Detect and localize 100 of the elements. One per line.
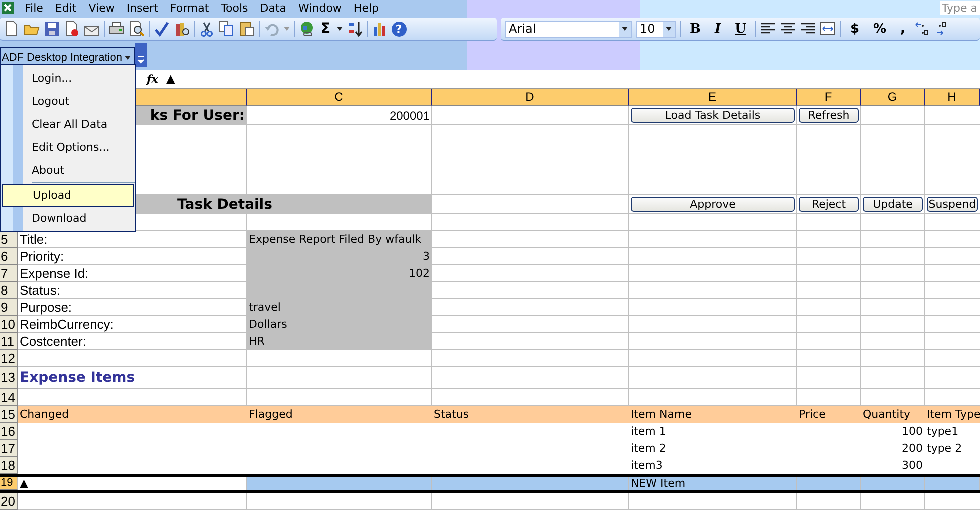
- row-header[interactable]: 14: [0, 389, 18, 406]
- table-cell-text: item 1: [630, 424, 668, 440]
- field-value: Dollars: [247, 316, 432, 333]
- refresh-button[interactable]: Refresh: [799, 108, 859, 123]
- row-header[interactable]: 11: [0, 333, 18, 350]
- new-document-icon[interactable]: [4, 21, 20, 37]
- cut-icon[interactable]: [199, 21, 215, 37]
- row-header[interactable]: 12: [0, 350, 18, 367]
- table-cell-text: type 2: [926, 441, 964, 457]
- formula-field[interactable]: ▲: [166, 72, 176, 86]
- menu-item[interactable]: Edit: [55, 2, 85, 14]
- row-header[interactable]: 8: [0, 282, 18, 299]
- row-header[interactable]: 16: [0, 423, 18, 440]
- format-button[interactable]: U: [730, 22, 752, 36]
- column-header[interactable]: H: [925, 89, 980, 106]
- row-header[interactable]: 18: [0, 457, 18, 474]
- function-label[interactable]: fx: [147, 72, 158, 86]
- table-cell: [861, 477, 925, 490]
- spelling-check-icon[interactable]: [154, 21, 170, 37]
- menu-item[interactable]: Format: [170, 2, 218, 14]
- chart-icon[interactable]: [372, 21, 388, 37]
- format-button[interactable]: I: [710, 22, 726, 36]
- table-cell-text: item3: [630, 458, 664, 474]
- help-search-field[interactable]: Type a: [940, 1, 980, 15]
- menu-item[interactable]: Tools: [221, 2, 256, 14]
- column-header[interactable]: F: [797, 89, 861, 106]
- paste-icon[interactable]: [239, 21, 255, 37]
- field-value: HR: [247, 333, 432, 350]
- field-label: Costcenter:: [19, 333, 88, 350]
- field-label: Status:: [19, 282, 62, 299]
- field-value: travel: [247, 299, 432, 316]
- field-value: Expense Report Filed By wfaulk: [247, 231, 432, 248]
- table-cell-text: 200: [901, 441, 924, 457]
- globe-link-icon[interactable]: [299, 21, 315, 37]
- table-cell-text: item 2: [630, 441, 668, 457]
- print-preview-icon[interactable]: [129, 21, 145, 37]
- table-cell: ▲: [18, 477, 247, 490]
- table-cell: NEW Item: [629, 477, 797, 490]
- help-button[interactable]: ?: [392, 22, 407, 36]
- permission-icon[interactable]: [64, 21, 80, 37]
- save-icon[interactable]: [44, 21, 60, 37]
- column-heading: Quantity: [861, 406, 925, 423]
- format-button[interactable]: ,: [896, 22, 910, 36]
- field-label: ReimbCurrency:: [19, 316, 115, 333]
- load-task-details-button[interactable]: Load Task Details: [631, 108, 795, 123]
- row-header[interactable]: 9: [0, 299, 18, 316]
- menu-item[interactable]: Data: [260, 2, 295, 14]
- menu-item[interactable]: Edit Options...: [1, 136, 135, 159]
- font-size-dropdown[interactable]: 10: [636, 20, 676, 38]
- row-header[interactable]: 15: [0, 406, 18, 423]
- caret-icon[interactable]: [336, 27, 343, 31]
- action-button[interactable]: Approve: [631, 197, 795, 212]
- menu-item[interactable]: Upload: [2, 184, 134, 207]
- field-value: 102: [247, 265, 432, 282]
- action-button[interactable]: Reject: [799, 197, 859, 212]
- action-button[interactable]: Update: [863, 197, 923, 212]
- column-header[interactable]: E: [629, 89, 797, 106]
- caret-icon: [125, 56, 132, 60]
- field-label: Purpose:: [19, 299, 74, 316]
- toolbar-options-icon[interactable]: [135, 43, 147, 67]
- row-header[interactable]: 19: [0, 477, 18, 490]
- copy-icon[interactable]: [219, 21, 235, 37]
- sort-icon[interactable]: [346, 21, 363, 37]
- row-header[interactable]: 7: [0, 265, 18, 282]
- menu-item[interactable]: About: [1, 159, 135, 182]
- menu-item[interactable]: Window: [298, 2, 350, 14]
- menu-item[interactable]: View: [88, 2, 123, 14]
- merge-center-icon[interactable]: [820, 21, 836, 37]
- menu-item[interactable]: Login...: [1, 67, 135, 90]
- table-cell-text: 200001: [388, 108, 431, 124]
- column-header[interactable]: D: [432, 89, 629, 106]
- column-heading: Changed: [18, 406, 247, 423]
- menu-item[interactable]: Help: [354, 2, 387, 14]
- format-button[interactable]: %: [868, 22, 892, 36]
- format-button[interactable]: $: [845, 22, 864, 36]
- research-icon[interactable]: [174, 21, 190, 37]
- table-cell: [797, 477, 861, 490]
- caret-icon: [666, 27, 672, 31]
- row-header[interactable]: 20: [0, 493, 18, 510]
- table-cell: [925, 477, 980, 490]
- column-header[interactable]: G: [861, 89, 925, 106]
- column-heading: Status: [432, 406, 629, 423]
- row-header[interactable]: 10: [0, 316, 18, 333]
- menu-item[interactable]: File: [25, 2, 52, 14]
- row-header[interactable]: 6: [0, 248, 18, 265]
- field-label: Title:: [19, 231, 49, 248]
- row-header[interactable]: 13: [0, 367, 18, 389]
- column-header[interactable]: C: [247, 89, 432, 106]
- format-button[interactable]: B: [685, 22, 706, 36]
- font-dropdown[interactable]: Arial: [505, 20, 632, 38]
- caret-icon: [622, 27, 628, 31]
- section-title: Expense Items: [19, 369, 136, 388]
- column-heading: Flagged: [247, 406, 432, 423]
- print-icon[interactable]: [109, 21, 125, 37]
- action-button[interactable]: Suspend: [927, 197, 978, 212]
- row-header[interactable]: 17: [0, 440, 18, 457]
- row-header[interactable]: 5: [0, 231, 18, 248]
- menu-item[interactable]: Insert: [126, 2, 166, 14]
- increase-decimal-icon[interactable]: [914, 21, 930, 37]
- autosum-button[interactable]: Σ: [319, 21, 333, 37]
